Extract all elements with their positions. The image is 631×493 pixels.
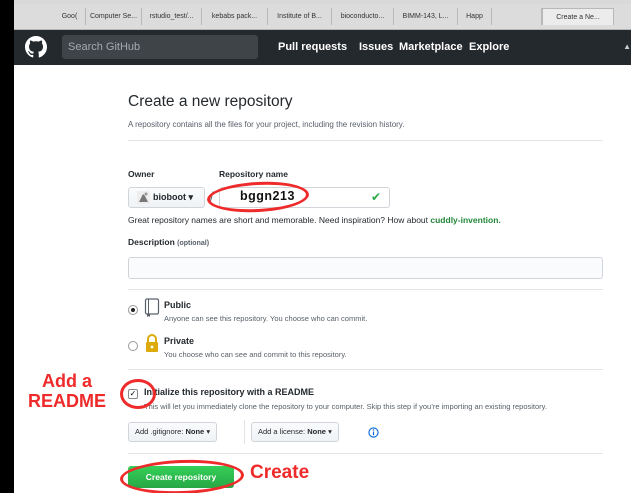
caret-down-icon: ▾	[328, 427, 332, 436]
notification-bell-icon[interactable]: ▲	[623, 42, 631, 51]
divider	[128, 140, 603, 141]
nav-explore[interactable]: Explore	[469, 30, 509, 65]
owner-dropdown[interactable]: bioboot ▾	[128, 187, 205, 208]
page-subtitle: A repository contains all the files for …	[128, 120, 405, 129]
repo-name-value: bggn213	[240, 189, 295, 203]
page-title: Create a new repository	[128, 93, 293, 110]
owner-value: bioboot ▾	[153, 192, 194, 202]
bookmark-item[interactable]	[492, 8, 542, 25]
private-title: Private	[164, 336, 195, 346]
bookmarks-bar: Goo( Computer Se... rstudio_test/... keb…	[14, 4, 631, 30]
caret-down-icon: ▾	[206, 427, 211, 436]
repo-name-input[interactable]: bggn213 ✔	[219, 187, 390, 208]
bookmark-item[interactable]: rstudio_test/...	[142, 8, 202, 25]
search-input[interactable]: Search GitHub	[62, 35, 258, 59]
public-title: Public	[164, 300, 192, 310]
description-label: Description (optional)	[128, 237, 210, 247]
create-repository-button[interactable]: Create repository	[128, 466, 234, 488]
nav-marketplace[interactable]: Marketplace	[399, 30, 463, 65]
github-octocat-icon[interactable]	[25, 36, 47, 58]
divider	[128, 453, 603, 454]
lock-icon	[146, 334, 158, 352]
divider	[128, 369, 603, 370]
avatar	[137, 191, 150, 204]
public-radio[interactable]	[128, 305, 138, 315]
description-input[interactable]	[128, 257, 603, 279]
gitignore-dropdown[interactable]: Add .gitignore: None ▾	[128, 422, 218, 442]
annotation-readme-label: Add a README	[27, 371, 106, 411]
checkmark-icon: ✓	[129, 389, 137, 398]
owner-label: Owner	[128, 169, 155, 179]
checkmark-icon: ✔	[370, 190, 381, 204]
owner-repo-separator: /	[210, 189, 214, 204]
readme-title: Initialize this repository with a README	[144, 387, 315, 397]
readme-description: This will let you immediately clone the …	[144, 402, 547, 411]
private-description: You choose who can see and commit to thi…	[164, 350, 347, 359]
bookmark-item[interactable]: Happ	[458, 8, 492, 25]
divider	[128, 289, 603, 290]
nav-issues[interactable]: Issues	[359, 30, 393, 65]
license-dropdown[interactable]: Add a license: None ▾	[251, 422, 339, 442]
bookmark-item[interactable]: Institute of B...	[268, 8, 332, 25]
repo-name-hint: Great repository names are short and mem…	[128, 215, 501, 225]
new-repository-page: Create a new repository A repository con…	[14, 65, 631, 493]
public-description: Anyone can see this repository. You choo…	[164, 314, 368, 323]
bookmark-item[interactable]: Computer Se...	[86, 8, 142, 25]
bookmark-item[interactable]: bioconducto...	[332, 8, 394, 25]
bookmark-item-active[interactable]: Create a Ne...	[542, 8, 614, 25]
info-icon[interactable]	[368, 427, 379, 438]
readme-checkbox[interactable]: ✓	[128, 389, 138, 399]
bookmark-item[interactable]: BIMM-143, L...	[394, 8, 458, 25]
github-header: Search GitHub Pull requests Issues Marke…	[14, 30, 631, 65]
suggested-name-link[interactable]: cuddly-invention.	[430, 215, 500, 225]
repo-name-label: Repository name	[219, 169, 288, 179]
divider	[244, 420, 245, 444]
bookmark-item[interactable]: Goo(	[54, 8, 86, 25]
caret-down-icon: ▾	[188, 192, 194, 202]
private-radio[interactable]	[128, 341, 138, 351]
annotation-create-label: Create	[250, 462, 310, 483]
repo-icon	[144, 298, 160, 317]
nav-pull-requests[interactable]: Pull requests	[278, 30, 347, 65]
bookmark-item[interactable]: kebabs pack...	[202, 8, 268, 25]
